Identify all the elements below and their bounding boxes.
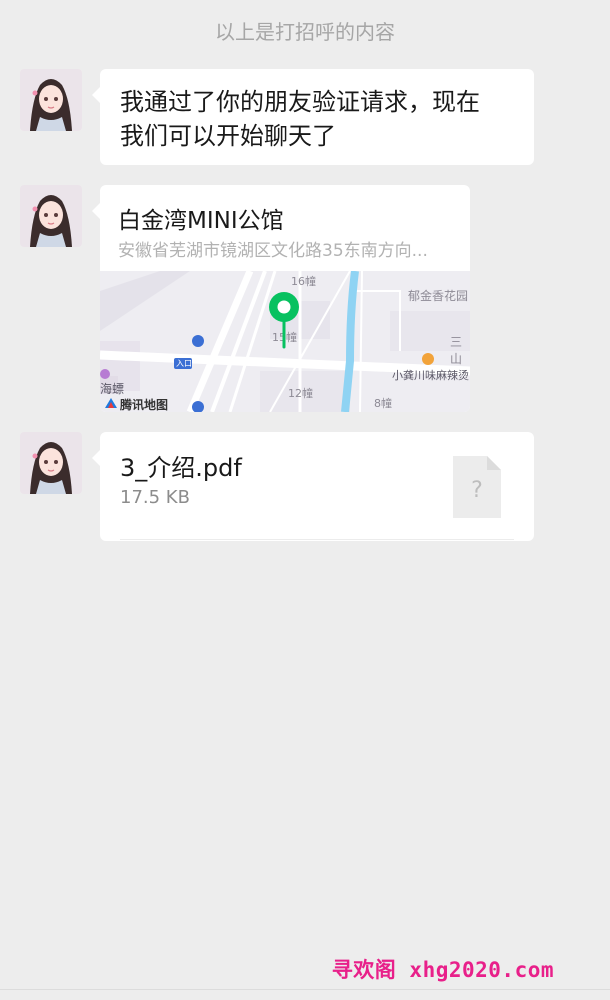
map-provider-label: 腾讯地图 — [120, 398, 169, 412]
file-size: 17.5 KB — [120, 487, 190, 508]
file-name: 3_介绍.pdf — [120, 454, 242, 482]
map-provider-logo-icon — [105, 398, 117, 408]
location-message-bubble[interactable]: 白金湾MINI公馆 安徽省芜湖市镜湖区文化路35东南方向... 16幢 郁金香花… — [92, 185, 470, 412]
map-label-b12: 12幢 — [288, 387, 313, 400]
file-icon-glyph: ? — [471, 478, 483, 503]
location-address: 安徽省芜湖市镜湖区文化路35东南方向... — [118, 241, 428, 261]
message-text: 我通过了你的朋友验证请求，现在 我们可以开始聊天了 — [120, 85, 520, 153]
avatar[interactable] — [20, 185, 82, 247]
avatar[interactable] — [20, 432, 82, 494]
map-preview[interactable]: 16幢 郁金香花园 15幢 三山 入口 小龚川味麻辣烫 12幢 8幢 海螵 腾讯… — [100, 271, 470, 412]
system-note: 以上是打招呼的内容 — [215, 20, 395, 44]
map-label-b16: 16幢 — [291, 275, 316, 288]
map-label-entrance: 入口 — [176, 359, 192, 368]
map-label-haibiao: 海螵 — [100, 382, 125, 396]
bubble-tail — [92, 203, 100, 219]
location-name: 白金湾MINI公馆 — [118, 208, 284, 234]
map-label-sanshan: 三山 — [450, 335, 463, 366]
bubble-tail — [92, 87, 100, 103]
bubble-tail — [92, 450, 100, 466]
text-message-bubble[interactable]: 我通过了你的朋友验证请求，现在 我们可以开始聊天了 — [92, 69, 534, 165]
divider — [0, 989, 610, 990]
watermark: 寻欢阁 xhg2020.com — [331, 958, 554, 982]
unknown-file-icon: ? — [453, 456, 501, 518]
divider — [120, 539, 514, 540]
message-line: 我通过了你的朋友验证请求，现在 — [120, 88, 480, 116]
file-message-bubble[interactable]: 3_介绍.pdf 17.5 KB ? — [92, 432, 534, 541]
map-label-b8: 8幢 — [374, 397, 392, 410]
location-pin-icon — [269, 292, 299, 349]
map-label-garden: 郁金香花园 — [408, 289, 469, 303]
avatar[interactable] — [20, 69, 82, 131]
map-label-restaurant: 小龚川味麻辣烫 — [392, 369, 469, 382]
message-line: 我们可以开始聊天了 — [120, 122, 336, 150]
